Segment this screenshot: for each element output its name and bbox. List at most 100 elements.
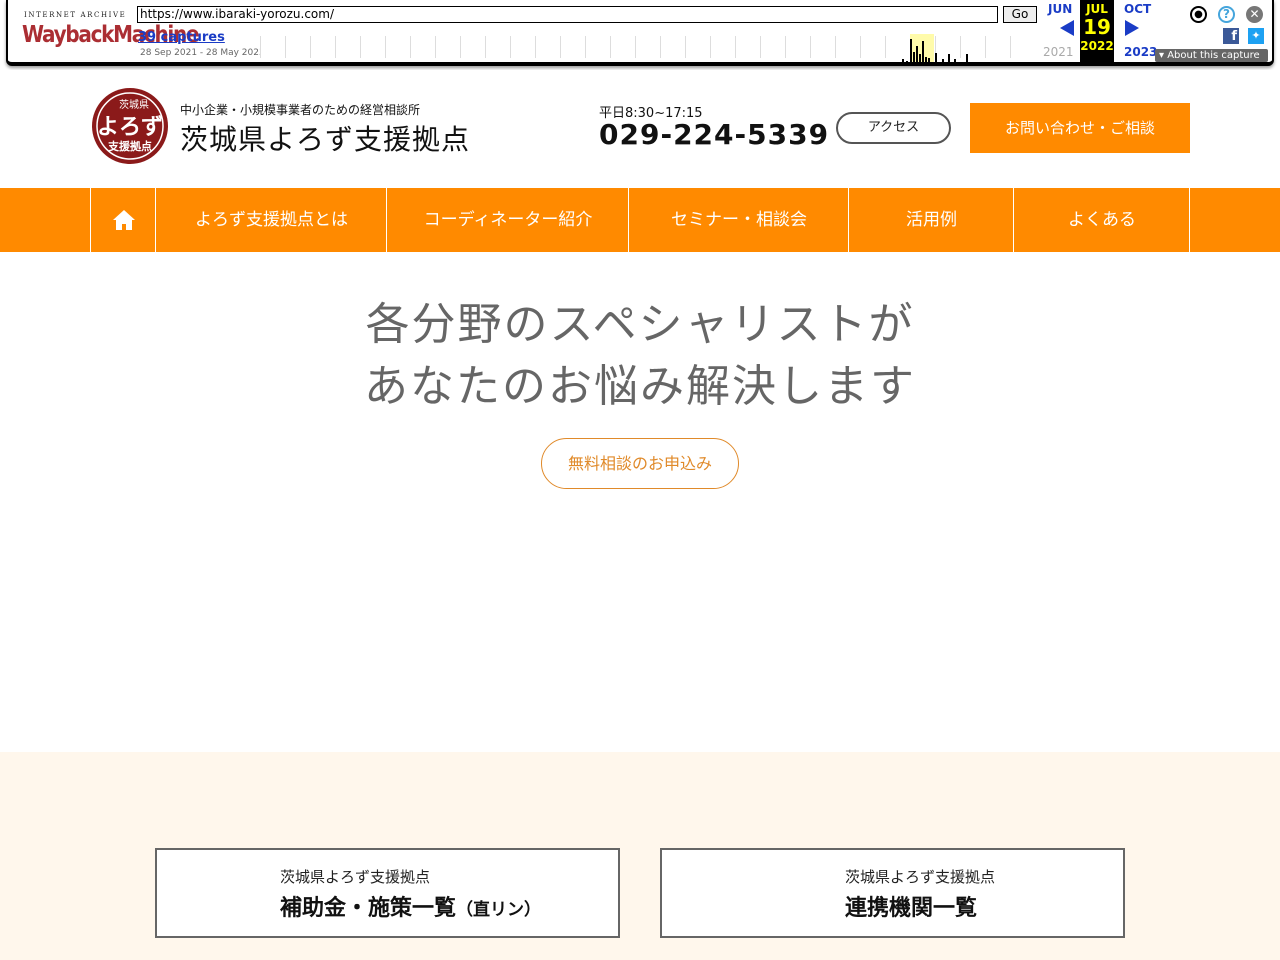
wayback-current-year: 2022 — [1080, 39, 1114, 53]
sparkline-capture-bar — [906, 61, 908, 62]
sparkline-month-tick — [410, 36, 411, 58]
wayback-url-input[interactable]: https://www.ibaraki-yorozu.com/ — [137, 6, 998, 23]
sparkline-capture-bar — [942, 59, 944, 62]
card-title-note: （直リン） — [456, 900, 542, 920]
card-subtitle: 茨城県よろず支援拠点 — [845, 868, 996, 886]
sparkline-month-tick — [335, 36, 336, 58]
sparkline-month-tick — [385, 36, 386, 58]
subsidy-list-card[interactable]: 茨城県よろず支援拠点 補助金・施策一覧（直リン） — [155, 848, 620, 938]
sparkline-month-tick — [735, 36, 736, 58]
wayback-logo[interactable]: INTERNET ARCHIVE WaybackMachine — [22, 10, 199, 50]
phone-number[interactable]: 029-224-5339 — [599, 118, 829, 151]
wayback-prev-month[interactable]: JUN — [1048, 2, 1072, 16]
sparkline-month-tick — [610, 36, 611, 58]
sparkline-month-tick — [260, 36, 261, 58]
sparkline-capture-bar — [928, 58, 930, 62]
sparkline-month-tick — [535, 36, 536, 58]
close-icon[interactable]: ✕ — [1246, 6, 1263, 23]
sparkline-month-tick — [285, 36, 286, 58]
sparkline-capture-bar — [954, 59, 956, 62]
sparkline-month-tick — [660, 36, 661, 58]
hero-headline-line1: 各分野のスペシャリストが — [365, 299, 915, 350]
site-logo[interactable]: 茨城県 よろず 支援拠点 — [90, 86, 170, 166]
site-header: 茨城県 よろず 支援拠点 中小企業・小規模事業者のための経営相談所 茨城県よろず… — [0, 70, 1280, 188]
nav-seminars[interactable]: セミナー・相談会 — [628, 188, 849, 252]
about-capture-button[interactable]: ▾ About this capture — [1155, 49, 1268, 62]
sparkline-month-tick — [985, 36, 986, 58]
site-tagline: 中小企業・小規模事業者のための経営相談所 — [180, 103, 421, 117]
sparkline-month-tick — [360, 36, 361, 58]
wayback-next-month[interactable]: OCT — [1124, 2, 1151, 16]
wayback-next-arrow-icon[interactable] — [1125, 20, 1139, 36]
help-icon[interactable]: ? — [1218, 6, 1235, 23]
sparkline-capture-bar — [948, 54, 950, 62]
card-subtitle: 茨城県よろず支援拠点 — [280, 868, 431, 886]
sparkline-month-tick — [1010, 36, 1011, 58]
sparkline-capture-bar — [919, 54, 921, 62]
wayback-logo-top: INTERNET ARCHIVE — [24, 11, 127, 19]
card-title: 補助金・施策一覧（直リン） — [280, 890, 541, 922]
sparkline-capture-bar — [922, 41, 924, 62]
free-consultation-button[interactable]: 無料相談のお申込み — [541, 438, 739, 489]
logo-seal-icon: 茨城県 よろず 支援拠点 — [92, 88, 168, 164]
sparkline-month-tick — [435, 36, 436, 58]
nav-faq[interactable]: よくある — [1013, 188, 1190, 252]
sparkline-month-tick — [460, 36, 461, 58]
nav-divider — [1189, 188, 1190, 252]
card-title: 連携機関一覧 — [845, 896, 978, 921]
sparkline-month-tick — [810, 36, 811, 58]
inquiry-button[interactable]: お問い合わせ・ご相談 — [970, 103, 1190, 153]
sparkline-month-tick — [585, 36, 586, 58]
sparkline-month-tick — [560, 36, 561, 58]
home-icon — [112, 210, 135, 230]
sparkline-month-tick — [710, 36, 711, 58]
nav-case-studies[interactable]: 活用例 — [848, 188, 1014, 252]
logo-text-bottom: 支援拠点 — [107, 139, 152, 153]
sparkline-capture-bar — [935, 53, 937, 62]
site-name[interactable]: 茨城県よろず支援拠点 — [180, 118, 470, 158]
twitter-icon[interactable]: ✦ — [1248, 28, 1264, 44]
nav-coordinators[interactable]: コーディネーター紹介 — [386, 188, 629, 252]
sparkline-month-tick — [685, 36, 686, 58]
wayback-current-month: JUL — [1086, 2, 1108, 16]
user-icon[interactable]: ● — [1190, 6, 1207, 23]
facebook-icon[interactable]: f — [1223, 28, 1239, 44]
sparkline-month-tick — [635, 36, 636, 58]
sparkline-month-tick — [760, 36, 761, 58]
wayback-sparkline[interactable] — [260, 32, 1036, 62]
wayback-prev-year[interactable]: 2021 — [1043, 45, 1074, 59]
sparkline-capture-bar — [916, 46, 918, 62]
nav-home[interactable] — [90, 188, 156, 252]
main-nav: よろず支援拠点とは コーディネーター紹介 セミナー・相談会 活用例 よくある — [0, 188, 1280, 252]
sparkline-month-tick — [960, 36, 961, 58]
wayback-current-day: 19 — [1083, 15, 1111, 39]
access-button[interactable]: アクセス — [836, 112, 951, 144]
logo-text-top: 茨城県 — [119, 98, 149, 111]
about-capture-label: About this capture — [1167, 50, 1260, 61]
card-title-text: 補助金・施策一覧 — [280, 896, 457, 921]
sparkline-capture-bar — [910, 39, 912, 62]
wayback-capture-range: 28 Sep 2021 - 28 May 2023 — [140, 48, 260, 58]
sparkline-month-tick — [485, 36, 486, 58]
logo-text-mid: よろず — [97, 115, 163, 140]
wayback-next-year[interactable]: 2023 — [1124, 45, 1157, 59]
sparkline-month-tick — [835, 36, 836, 58]
wayback-captures-link[interactable]: 39 captures — [138, 30, 225, 45]
sparkline-capture-bar — [913, 52, 915, 62]
wayback-toolbar-panel: INTERNET ARCHIVE WaybackMachine https://… — [6, 0, 1274, 66]
sparkline-month-tick — [885, 36, 886, 58]
wayback-calendar-nav: JUN JUL 19 2022 OCT 2021 2023 — [1038, 0, 1158, 64]
partner-list-card[interactable]: 茨城県よろず支援拠点 連携機関一覧 — [660, 848, 1125, 938]
wayback-current-date: JUL 19 2022 — [1080, 0, 1114, 62]
sparkline-capture-bar — [902, 59, 904, 62]
wayback-prev-arrow-icon[interactable] — [1060, 20, 1074, 36]
sparkline-month-tick — [785, 36, 786, 58]
sparkline-month-tick — [860, 36, 861, 58]
wayback-go-button[interactable]: Go — [1003, 6, 1037, 23]
sparkline-capture-bar — [925, 57, 927, 62]
nav-about[interactable]: よろず支援拠点とは — [155, 188, 387, 252]
wayback-toolbar: INTERNET ARCHIVE WaybackMachine https://… — [0, 0, 1280, 70]
sparkline-month-tick — [310, 36, 311, 58]
hero-headline-line2: あなたのお悩み解決します — [364, 361, 916, 412]
hero-section: 各分野のスペシャリストが あなたのお悩み解決します 無料相談のお申込み — [0, 252, 1280, 752]
